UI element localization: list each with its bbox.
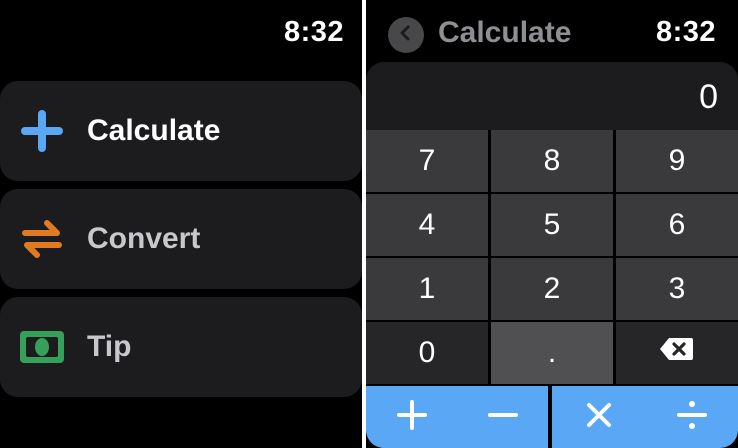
menu-item-convert[interactable]: Convert [0, 189, 362, 289]
key-3[interactable]: 3 [616, 258, 738, 320]
plus-icon [18, 107, 66, 155]
status-time: 8:32 [283, 16, 344, 48]
minus-button[interactable] [472, 386, 534, 448]
plus-button[interactable] [381, 386, 443, 448]
cash-bill-icon [18, 323, 66, 371]
page-title: Calculate [438, 16, 572, 49]
operator-group-multiply-divide [552, 386, 738, 448]
calculator-display: 0 [366, 62, 738, 130]
decimal-label: . [547, 336, 557, 369]
key-4[interactable]: 4 [366, 194, 488, 256]
key-decimal[interactable]: . [491, 322, 613, 384]
status-time: 8:32 [655, 16, 716, 48]
key-9[interactable]: 9 [616, 130, 738, 192]
minus-icon [486, 398, 520, 437]
chevron-left-icon [397, 24, 415, 47]
operator-group-add-subtract [366, 386, 548, 448]
operator-row [366, 386, 738, 448]
menu-item-label: Calculate [87, 114, 221, 147]
menu-item-calculate[interactable]: Calculate [0, 81, 362, 181]
key-8[interactable]: 8 [491, 130, 613, 192]
menu-item-tip[interactable]: Tip [0, 297, 362, 397]
swap-arrows-icon [18, 215, 66, 263]
key-7[interactable]: 7 [366, 130, 488, 192]
key-backspace[interactable] [616, 322, 738, 384]
key-6[interactable]: 6 [616, 194, 738, 256]
plus-icon [395, 398, 429, 437]
menu-screen: 8:32 Calculate Convert Tip [0, 0, 362, 448]
multiply-button[interactable] [568, 386, 630, 448]
back-button[interactable] [388, 17, 424, 53]
key-1[interactable]: 1 [366, 258, 488, 320]
menu-item-label: Tip [87, 330, 132, 363]
key-2[interactable]: 2 [491, 258, 613, 320]
divide-icon [675, 398, 709, 437]
menu-item-label: Convert [87, 222, 201, 255]
divide-button[interactable] [661, 386, 723, 448]
key-5[interactable]: 5 [491, 194, 613, 256]
display-value: 0 [699, 78, 718, 116]
backspace-icon [659, 336, 695, 370]
multiply-icon [584, 400, 614, 435]
calculator-screen: Calculate 8:32 0 7 8 9 4 5 6 1 2 3 0 . [366, 0, 738, 448]
key-0[interactable]: 0 [366, 322, 488, 384]
